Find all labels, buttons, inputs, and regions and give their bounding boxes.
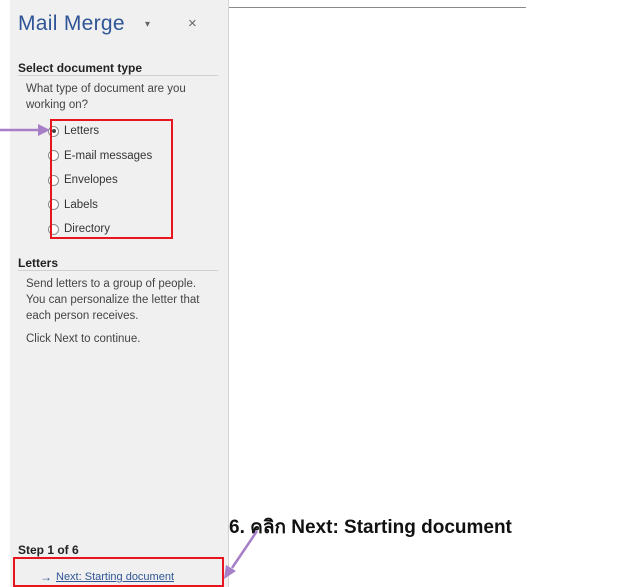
highlight-box-next-link xyxy=(13,557,224,587)
step-indicator: Step 1 of 6 xyxy=(18,543,79,557)
pane-title: Mail Merge xyxy=(18,12,125,35)
document-top-border xyxy=(228,7,526,8)
chevron-down-icon[interactable]: ▾ xyxy=(145,19,150,30)
letters-heading: Letters xyxy=(18,256,59,270)
document-type-question: What type of document are you working on… xyxy=(26,83,186,111)
section-divider xyxy=(18,270,218,271)
next-hint: Click Next to continue. xyxy=(26,333,141,345)
letters-description: Send letters to a group of people. You c… xyxy=(26,278,200,322)
highlight-box-document-types xyxy=(50,119,173,239)
select-document-type-heading: Select document type xyxy=(18,61,143,75)
close-icon[interactable]: × xyxy=(188,15,197,32)
mail-merge-pane: Mail Merge ▾ × Select document type What… xyxy=(10,0,229,587)
section-divider xyxy=(18,75,218,76)
instruction-callout: 6. คลิก Next: Starting document xyxy=(229,517,512,538)
